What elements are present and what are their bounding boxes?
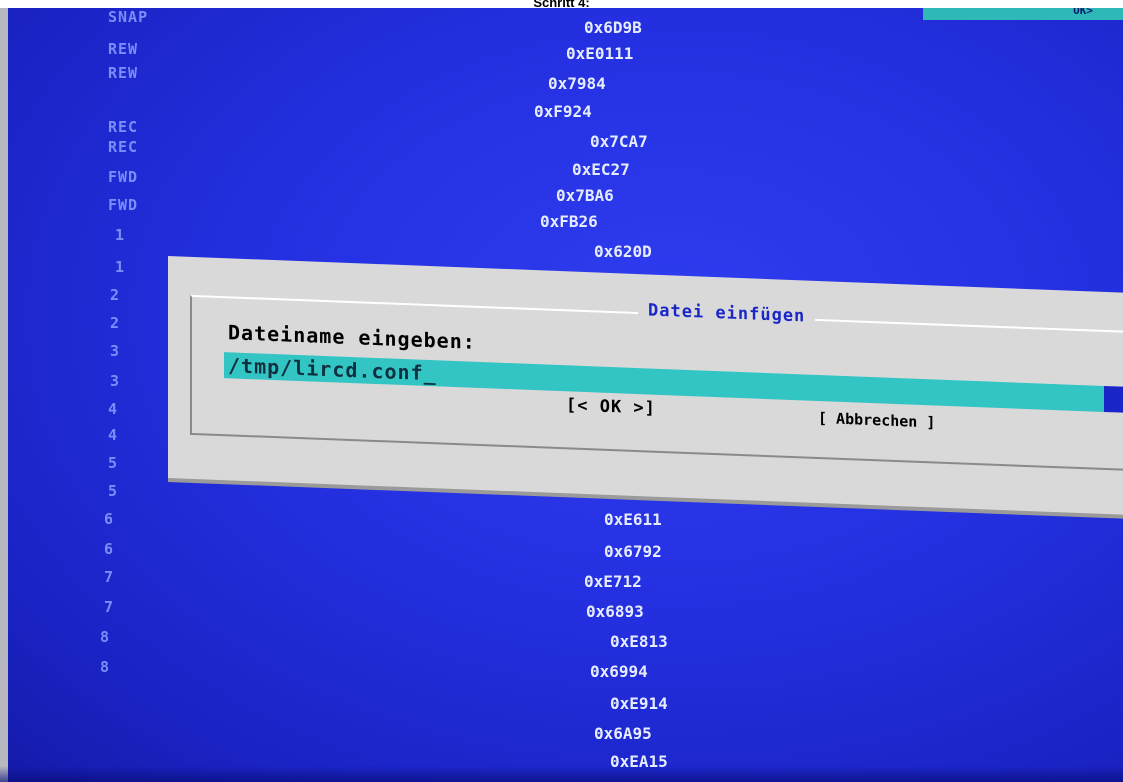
key-label: 4 xyxy=(108,426,119,444)
key-label: REC xyxy=(108,138,139,156)
insert-file-dialog: Datei einfügen Dateiname eingeben: [< OK… xyxy=(168,256,1123,516)
screen-vignette xyxy=(0,766,1123,782)
code-value: 0x7CA7 xyxy=(590,132,648,151)
ok-button[interactable]: [< OK >] xyxy=(566,395,656,418)
key-label: 4 xyxy=(108,400,119,418)
key-label: 7 xyxy=(104,568,115,586)
key-label: 2 xyxy=(110,314,121,332)
code-value: 0xE914 xyxy=(610,694,668,713)
key-label: 5 xyxy=(108,454,119,472)
code-value: 0xFB26 xyxy=(540,212,598,231)
key-label: FWD xyxy=(108,168,139,186)
key-label: 8 xyxy=(100,658,111,676)
key-label: 8 xyxy=(100,628,111,646)
code-value: 0x6893 xyxy=(586,602,644,621)
key-label: FWD xyxy=(108,196,139,214)
code-value: 0x6A95 xyxy=(594,724,652,743)
code-value: 0xE813 xyxy=(610,632,668,651)
key-label: 3 xyxy=(110,372,121,390)
code-value: 0xF924 xyxy=(534,102,592,121)
photo-of-terminal: Schritt 4: OK> SNAP REW REW REC REC FWD FWD 1 1 2… xyxy=(0,0,1123,782)
code-value: 0x620D xyxy=(594,242,652,261)
key-label: 1 xyxy=(115,226,126,244)
code-value: 0x7BA6 xyxy=(556,186,614,205)
code-value: 0xEC27 xyxy=(572,160,630,179)
monitor-bezel xyxy=(0,8,8,782)
top-status-bar: OK> xyxy=(923,8,1123,20)
key-label: REW xyxy=(108,40,139,58)
code-value: 0x6994 xyxy=(590,662,648,681)
code-value: 0x7984 xyxy=(548,74,606,93)
terminal-screen: OK> SNAP REW REW REC REC FWD FWD 1 1 2 2 3 3 4 4 5 5 6 6 7 7… xyxy=(0,8,1123,782)
key-label: 3 xyxy=(110,342,121,360)
top-status-text: OK> xyxy=(1073,8,1093,17)
key-label: 6 xyxy=(104,510,115,528)
key-label: 1 xyxy=(115,258,126,276)
key-label: 2 xyxy=(110,286,121,304)
key-label: 7 xyxy=(104,598,115,616)
code-value: 0xE0111 xyxy=(566,44,634,63)
key-label: 5 xyxy=(108,482,119,500)
code-value: 0xE712 xyxy=(584,572,642,591)
key-label: 6 xyxy=(104,540,115,558)
code-value: 0x6D9B xyxy=(584,18,642,37)
code-value: 0x6792 xyxy=(604,542,662,561)
input-scroll-indicator xyxy=(1104,385,1123,413)
key-label: REC xyxy=(108,118,139,136)
code-value: 0xE611 xyxy=(604,510,662,529)
step-caption: Schritt 4: xyxy=(533,0,590,8)
key-label: SNAP xyxy=(108,8,149,26)
key-label: REW xyxy=(108,64,139,82)
